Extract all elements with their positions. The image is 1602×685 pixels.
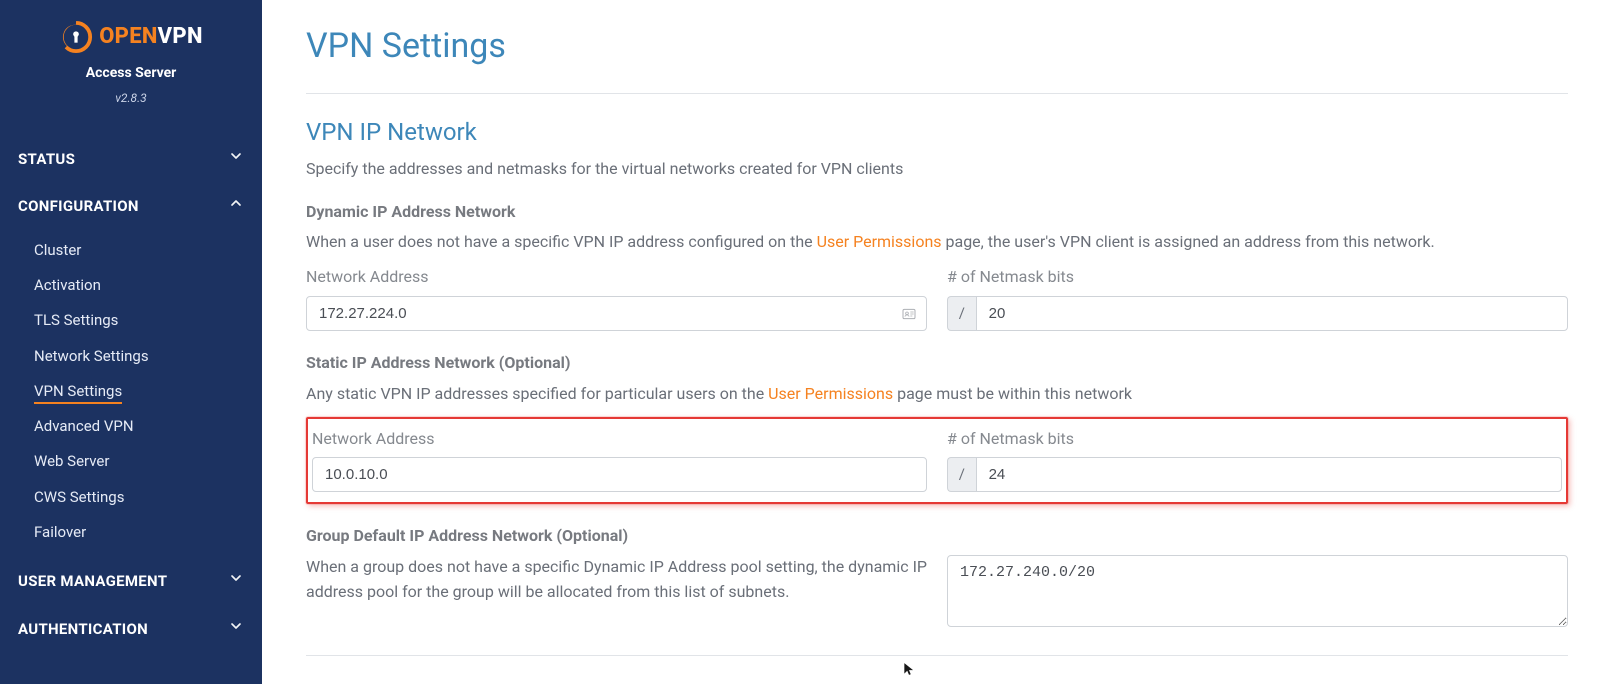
brand: OPENVPN Access Server v2.8.3 [0,14,262,118]
netmask-label: # of Netmask bits [947,265,1568,290]
block-description: Any static VPN IP addresses specified fo… [306,382,1568,407]
highlight-annotation: Network Address # of Netmask bits / [306,417,1568,505]
block-title: Dynamic IP Address Network [306,200,1568,225]
brand-logo-icon [59,20,93,54]
nav-section-label: CONFIGURATION [18,195,139,218]
sidebar-item-label: Web Server [34,452,109,470]
text: When a user does not have a specific VPN… [306,232,817,251]
nav-items-configuration: Cluster Activation TLS Settings Network … [0,231,262,558]
section-title: VPN IP Network [306,114,1568,151]
sidebar-item-label: CWS Settings [34,488,124,506]
text: page, the user's VPN client is assigned … [942,232,1435,251]
sidebar-item-activation[interactable]: Activation [0,268,262,303]
dynamic-network-address-input[interactable] [306,296,927,331]
chevron-up-icon [228,195,244,219]
nav-section-label: USER MANAGEMENT [18,570,167,593]
network-address-label: Network Address [312,427,927,452]
nav-section-user-management[interactable]: USER MANAGEMENT [0,558,262,606]
chevron-down-icon [228,570,244,594]
sidebar-item-advanced-vpn[interactable]: Advanced VPN [0,409,262,444]
user-permissions-link[interactable]: User Permissions [768,384,893,403]
block-title: Group Default IP Address Network (Option… [306,524,1568,549]
brand-word-open: OPEN [99,24,157,49]
sidebar-item-label: Advanced VPN [34,417,134,435]
divider [306,655,1568,656]
nav-section-authentication[interactable]: AUTHENTICATION [0,606,262,654]
static-ip-block: Static IP Address Network (Optional) Any… [306,351,1568,504]
block-title: Static IP Address Network (Optional) [306,351,1568,376]
sidebar-item-label: Activation [34,276,101,294]
sidebar-item-cluster[interactable]: Cluster [0,233,262,268]
mask-prefix-label: / [947,457,976,492]
netmask-label: # of Netmask bits [947,427,1562,452]
sidebar-nav: STATUS CONFIGURATION Cluster Activation … [0,136,262,654]
dynamic-ip-block: Dynamic IP Address Network When a user d… [306,200,1568,331]
network-address-label: Network Address [306,265,927,290]
nav-section-label: AUTHENTICATION [18,618,148,641]
static-netmask-input[interactable] [976,457,1562,492]
block-description: When a user does not have a specific VPN… [306,230,1568,255]
text: page must be within this network [893,384,1132,403]
sidebar-item-web-server[interactable]: Web Server [0,444,262,479]
block-description: When a group does not have a specific Dy… [306,555,927,605]
sidebar-item-label: Network Settings [34,347,149,365]
brand-word-vpn: VPN [158,24,203,49]
sidebar-item-label: Failover [34,523,86,541]
brand-version: v2.8.3 [10,89,252,108]
user-permissions-link[interactable]: User Permissions [817,232,942,251]
text: Any static VPN IP addresses specified fo… [306,384,768,403]
mask-prefix-label: / [947,296,976,331]
page-title: VPN Settings [306,20,1568,73]
section-description: Specify the addresses and netmasks for t… [306,157,1568,182]
nav-section-configuration[interactable]: CONFIGURATION [0,183,262,231]
sidebar-item-failover[interactable]: Failover [0,515,262,550]
nav-section-label: STATUS [18,148,75,171]
chevron-down-icon [228,618,244,642]
static-network-address-input[interactable] [312,457,927,492]
chevron-down-icon [228,148,244,172]
sidebar-item-tls-settings[interactable]: TLS Settings [0,303,262,338]
sidebar-item-label: TLS Settings [34,311,118,329]
nav-section-status[interactable]: STATUS [0,136,262,184]
sidebar-item-network-settings[interactable]: Network Settings [0,339,262,374]
sidebar: OPENVPN Access Server v2.8.3 STATUS CONF… [0,0,262,684]
sidebar-item-cws-settings[interactable]: CWS Settings [0,480,262,515]
sidebar-item-vpn-settings[interactable]: VPN Settings [0,374,262,409]
dynamic-netmask-input[interactable] [976,296,1568,331]
group-default-block: Group Default IP Address Network (Option… [306,524,1568,634]
group-default-subnets-textarea[interactable]: 172.27.240.0/20 [947,555,1568,627]
cursor-icon [902,660,916,678]
sidebar-item-label: Cluster [34,241,81,259]
main-content: VPN Settings VPN IP Network Specify the … [262,0,1602,684]
brand-subtitle: Access Server [10,63,252,85]
sidebar-item-label: VPN Settings [34,382,122,404]
divider [306,93,1568,94]
